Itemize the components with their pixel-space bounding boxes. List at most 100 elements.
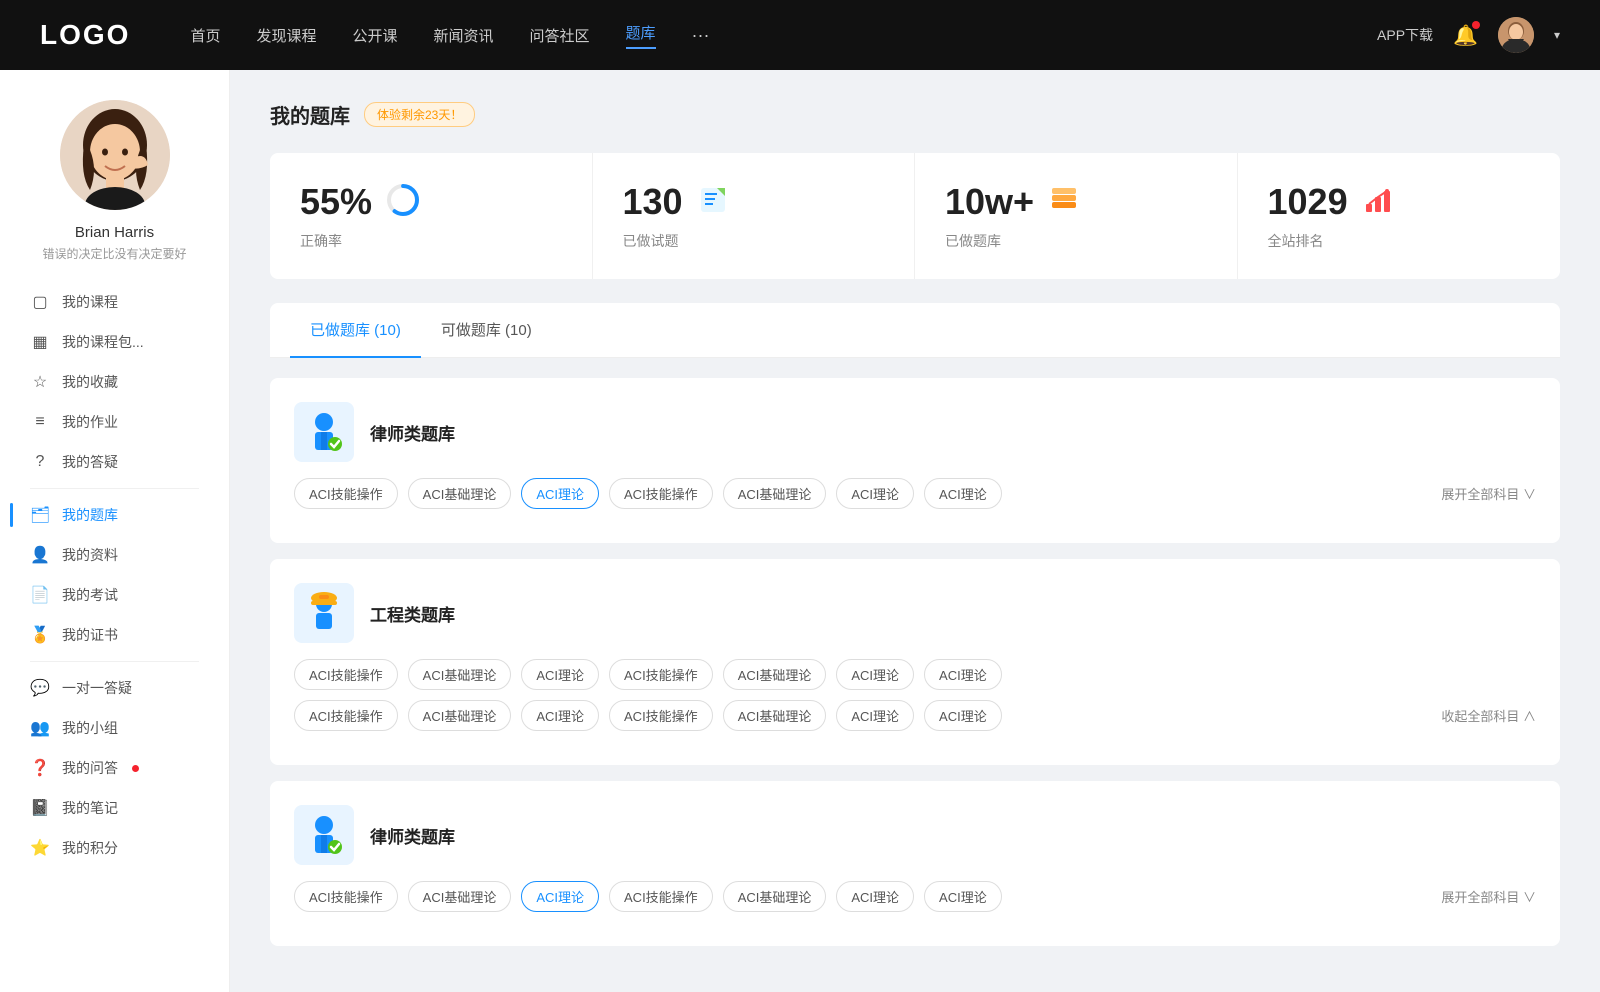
law2-tag-4[interactable]: ACI技能操作 bbox=[609, 881, 713, 912]
stat-site-rank-value: 1029 bbox=[1268, 181, 1348, 223]
main-layout: Brian Harris 错误的决定比没有决定要好 ▢ 我的课程 ▦ 我的课程包… bbox=[0, 70, 1600, 992]
notification-bell-icon[interactable]: 🔔 bbox=[1453, 23, 1478, 48]
qbank-section-engineer-header: 工程类题库 bbox=[294, 583, 1536, 643]
expand-lawyer-1-link[interactable]: 展开全部科目 ∨ bbox=[1441, 484, 1536, 503]
nav-news[interactable]: 新闻资讯 bbox=[434, 25, 494, 46]
nav-qa[interactable]: 问答社区 bbox=[530, 25, 590, 46]
sidebar-item-my-group[interactable]: 👥 我的小组 bbox=[10, 708, 219, 748]
stat-site-rank-icon bbox=[1362, 184, 1394, 221]
stat-accuracy: 55% 正确率 bbox=[270, 153, 593, 279]
qbank-engineer-tags-row1: ACI技能操作 ACI基础理论 ACI理论 ACI技能操作 ACI基础理论 AC… bbox=[294, 659, 1536, 690]
nav-qbank[interactable]: 题库 bbox=[626, 22, 656, 49]
app-download-button[interactable]: APP下载 bbox=[1377, 25, 1433, 45]
stat-done-banks-value: 10w+ bbox=[945, 181, 1034, 223]
qbank-engineer-tags-row1-inner: ACI技能操作 ACI基础理论 ACI理论 ACI技能操作 ACI基础理论 AC… bbox=[294, 659, 1536, 690]
law2-tag-5[interactable]: ACI基础理论 bbox=[723, 881, 827, 912]
tag-aci-basic-theory-1[interactable]: ACI基础理论 bbox=[408, 478, 512, 509]
stat-site-rank-label: 全站排名 bbox=[1268, 231, 1531, 251]
sidebar-item-my-questions[interactable]: ? 我的答疑 bbox=[10, 442, 219, 482]
eng-tag-7[interactable]: ACI理论 bbox=[924, 659, 1002, 690]
eng-tag-r2-6[interactable]: ACI理论 bbox=[836, 700, 914, 731]
favorites-icon: ☆ bbox=[30, 372, 50, 392]
law2-tag-2[interactable]: ACI基础理论 bbox=[408, 881, 512, 912]
qbank-lawyer-1-tags-row: ACI技能操作 ACI基础理论 ACI理论 ACI技能操作 ACI基础理论 AC… bbox=[294, 478, 1536, 509]
eng-tag-r2-2[interactable]: ACI基础理论 bbox=[408, 700, 512, 731]
certificate-icon: 🏅 bbox=[30, 625, 50, 645]
eng-tag-2[interactable]: ACI基础理论 bbox=[408, 659, 512, 690]
sidebar-item-my-points[interactable]: ⭐ 我的积分 bbox=[10, 828, 219, 868]
expand-lawyer-2-link[interactable]: 展开全部科目 ∨ bbox=[1441, 887, 1536, 906]
sidebar-avatar-image bbox=[60, 100, 170, 210]
collapse-engineer-link[interactable]: 收起全部科目 ∧ bbox=[1441, 706, 1536, 725]
eng-tag-4[interactable]: ACI技能操作 bbox=[609, 659, 713, 690]
sidebar-divider-2 bbox=[30, 661, 199, 662]
courses-icon: ▢ bbox=[30, 292, 50, 312]
qbank-engineer-icon bbox=[294, 583, 354, 643]
eng-tag-5[interactable]: ACI基础理论 bbox=[723, 659, 827, 690]
nav-discover[interactable]: 发现课程 bbox=[256, 25, 316, 46]
stat-accuracy-value: 55% bbox=[300, 181, 372, 223]
law2-tag-active[interactable]: ACI理论 bbox=[521, 881, 599, 912]
tag-aci-theory-active-1[interactable]: ACI理论 bbox=[521, 478, 599, 509]
stat-site-rank: 1029 全站排名 bbox=[1238, 153, 1561, 279]
qbank-lawyer-1-title: 律师类题库 bbox=[370, 420, 455, 445]
sidebar: Brian Harris 错误的决定比没有决定要好 ▢ 我的课程 ▦ 我的课程包… bbox=[0, 70, 230, 992]
user-menu-chevron-icon[interactable]: ▾ bbox=[1554, 28, 1560, 42]
tab-available-banks[interactable]: 可做题库 (10) bbox=[421, 303, 552, 358]
law2-tag-1[interactable]: ACI技能操作 bbox=[294, 881, 398, 912]
sidebar-item-my-courses[interactable]: ▢ 我的课程 bbox=[10, 282, 219, 322]
nav-home[interactable]: 首页 bbox=[190, 25, 220, 46]
qbank-lawyer-2-icon bbox=[294, 805, 354, 865]
stat-done-banks-top: 10w+ bbox=[945, 181, 1207, 223]
notification-dot bbox=[1472, 21, 1480, 29]
tab-done-banks[interactable]: 已做题库 (10) bbox=[290, 303, 421, 358]
sidebar-menu: ▢ 我的课程 ▦ 我的课程包... ☆ 我的收藏 ≡ 我的作业 ? 我的答疑 🗂 bbox=[0, 282, 229, 868]
qa-icon: ❓ bbox=[30, 758, 50, 778]
sidebar-item-my-qa[interactable]: ❓ 我的问答 bbox=[10, 748, 219, 788]
sidebar-item-my-homework[interactable]: ≡ 我的作业 bbox=[10, 402, 219, 442]
qbank-section-lawyer-2: 律师类题库 ACI技能操作 ACI基础理论 ACI理论 ACI技能操作 ACI基… bbox=[270, 781, 1560, 946]
tabs-row: 已做题库 (10) 可做题库 (10) bbox=[270, 303, 1560, 358]
qbank-lawyer-1-tags: ACI技能操作 ACI基础理论 ACI理论 ACI技能操作 ACI基础理论 AC… bbox=[294, 478, 1536, 509]
main-content: 我的题库 体验剩余23天！ 55% 正确率 bbox=[230, 70, 1600, 992]
eng-tag-1[interactable]: ACI技能操作 bbox=[294, 659, 398, 690]
tag-aci-theory-3[interactable]: ACI理论 bbox=[924, 478, 1002, 509]
qbank-section-lawyer-1-header: 律师类题库 bbox=[294, 402, 1536, 462]
nav-more[interactable]: ··· bbox=[692, 25, 710, 46]
user-avatar[interactable] bbox=[1498, 17, 1534, 53]
stats-row: 55% 正确率 130 bbox=[270, 153, 1560, 279]
tag-aci-basic-theory-2[interactable]: ACI基础理论 bbox=[723, 478, 827, 509]
sidebar-username: Brian Harris bbox=[75, 224, 154, 241]
sidebar-item-my-favorites[interactable]: ☆ 我的收藏 bbox=[10, 362, 219, 402]
sidebar-item-my-exam[interactable]: 📄 我的考试 bbox=[10, 575, 219, 615]
qbank-icon: 🗂 bbox=[30, 505, 50, 525]
navbar: LOGO 首页 发现课程 公开课 新闻资讯 问答社区 题库 ··· APP下载 … bbox=[0, 0, 1600, 70]
qbank-lawyer-2-title: 律师类题库 bbox=[370, 823, 455, 848]
sidebar-item-one-on-one[interactable]: 💬 一对一答疑 bbox=[10, 668, 219, 708]
eng-tag-r2-3[interactable]: ACI理论 bbox=[521, 700, 599, 731]
law2-tag-7[interactable]: ACI理论 bbox=[924, 881, 1002, 912]
stat-done-banks: 10w+ 已做题库 bbox=[915, 153, 1238, 279]
tag-aci-skill-ops-1[interactable]: ACI技能操作 bbox=[294, 478, 398, 509]
profile-icon: 👤 bbox=[30, 545, 50, 565]
eng-tag-r2-4[interactable]: ACI技能操作 bbox=[609, 700, 713, 731]
eng-tag-r2-1[interactable]: ACI技能操作 bbox=[294, 700, 398, 731]
nav-opencourse[interactable]: 公开课 bbox=[352, 25, 397, 46]
eng-tag-r2-5[interactable]: ACI基础理论 bbox=[723, 700, 827, 731]
eng-tag-3[interactable]: ACI理论 bbox=[521, 659, 599, 690]
qbank-engineer-tags-row2: ACI技能操作 ACI基础理论 ACI理论 ACI技能操作 ACI基础理论 AC… bbox=[294, 700, 1536, 731]
law2-tag-6[interactable]: ACI理论 bbox=[836, 881, 914, 912]
sidebar-item-my-qbank[interactable]: 🗂 我的题库 bbox=[10, 495, 219, 535]
sidebar-item-my-certificate[interactable]: 🏅 我的证书 bbox=[10, 615, 219, 655]
stat-done-questions-value: 130 bbox=[623, 181, 683, 223]
qa-badge bbox=[132, 765, 139, 772]
sidebar-item-my-course-packages[interactable]: ▦ 我的课程包... bbox=[10, 322, 219, 362]
sidebar-item-my-notes[interactable]: 📓 我的笔记 bbox=[10, 788, 219, 828]
sidebar-item-my-profile[interactable]: 👤 我的资料 bbox=[10, 535, 219, 575]
eng-tag-6[interactable]: ACI理论 bbox=[836, 659, 914, 690]
tag-aci-skill-ops-2[interactable]: ACI技能操作 bbox=[609, 478, 713, 509]
qbank-lawyer-2-tags: ACI技能操作 ACI基础理论 ACI理论 ACI技能操作 ACI基础理论 AC… bbox=[294, 881, 1536, 912]
page-title-row: 我的题库 体验剩余23天！ bbox=[270, 100, 1560, 129]
eng-tag-r2-7[interactable]: ACI理论 bbox=[924, 700, 1002, 731]
tag-aci-theory-2[interactable]: ACI理论 bbox=[836, 478, 914, 509]
